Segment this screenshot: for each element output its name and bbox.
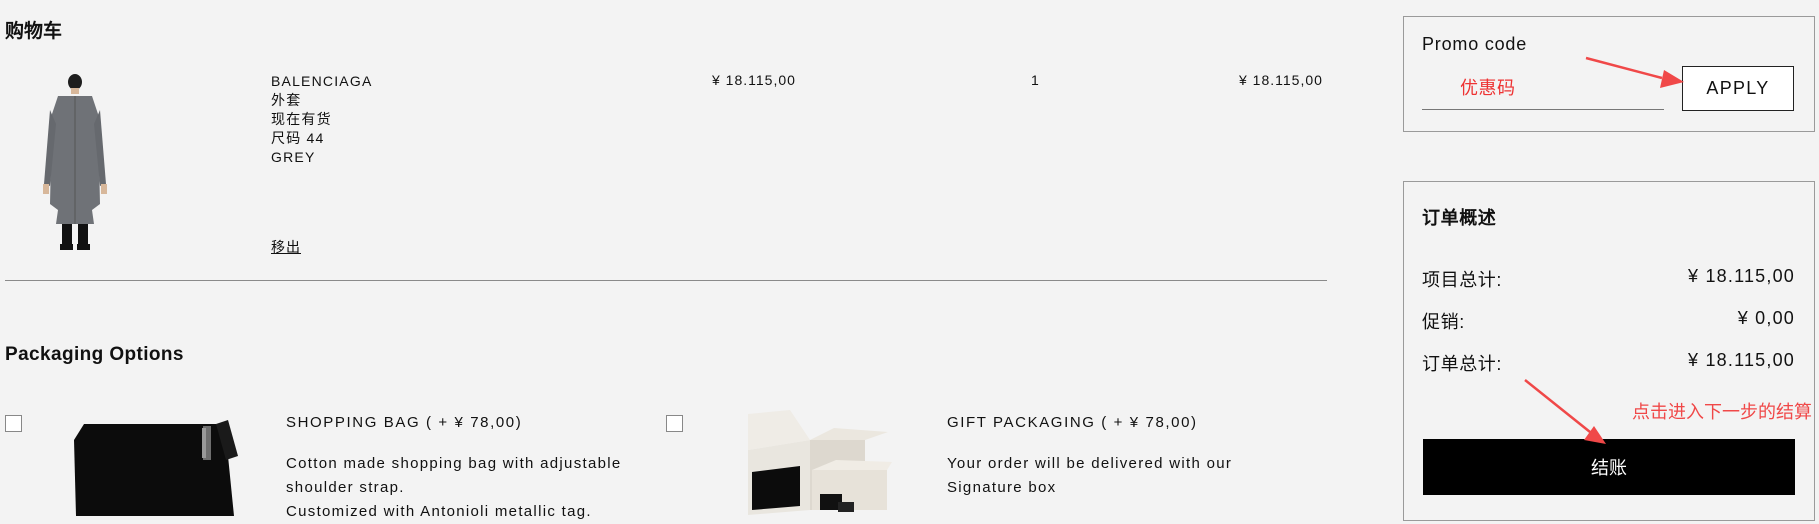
gift-packaging-image xyxy=(748,410,892,515)
item-quantity: 1 xyxy=(1031,72,1040,88)
product-size: 尺码 44 xyxy=(271,130,325,146)
gift-packaging-desc-line: Your order will be delivered with our xyxy=(947,455,1233,472)
discount-label: 促销: xyxy=(1422,312,1465,332)
shopping-bag-desc-line: shoulder strap. xyxy=(286,479,405,496)
gift-packaging-label: GIFT PACKAGING ( + ¥ 78,00) xyxy=(947,414,1198,431)
product-name: 外套 xyxy=(271,92,302,108)
gift-packaging-checkbox[interactable] xyxy=(666,415,683,432)
packaging-title: Packaging Options xyxy=(5,344,184,365)
shopping-bag-image xyxy=(74,420,238,516)
shopping-bag-desc-line: Customized with Antonioli metallic tag. xyxy=(286,503,592,520)
apply-promo-button[interactable]: APPLY xyxy=(1682,66,1794,111)
unit-price: ¥ 18.115,00 xyxy=(712,72,796,88)
product-image[interactable] xyxy=(40,74,110,252)
item-total: ¥ 18.115,00 xyxy=(1239,72,1323,88)
shopping-bag-label: SHOPPING BAG ( + ¥ 78,00) xyxy=(286,414,523,431)
order-summary-title: 订单概述 xyxy=(1422,208,1497,228)
cart-title: 购物车 xyxy=(5,21,63,42)
order-total-value: ¥ 18.115,00 xyxy=(1688,350,1795,370)
order-total-label: 订单总计: xyxy=(1422,354,1503,374)
gift-packaging-description: Your order will be delivered with our Si… xyxy=(947,452,1317,500)
checkout-annotation-text: 点击进入下一步的结算 xyxy=(1632,402,1812,422)
cart-divider xyxy=(5,280,1327,281)
subtotal-value: ¥ 18.115,00 xyxy=(1688,266,1795,286)
promo-code-input[interactable] xyxy=(1422,68,1664,110)
discount-value: ¥ 0,00 xyxy=(1737,308,1795,328)
product-color: GREY xyxy=(271,149,316,165)
product-stock: 现在有货 xyxy=(271,111,332,127)
subtotal-label: 项目总计: xyxy=(1422,270,1503,290)
product-info: BALENCIAGA 外套 现在有货 尺码 44 GREY xyxy=(271,72,372,167)
shopping-bag-desc-line: Cotton made shopping bag with adjustable xyxy=(286,455,622,472)
shopping-bag-description: Cotton made shopping bag with adjustable… xyxy=(286,452,656,524)
product-brand: BALENCIAGA xyxy=(271,73,373,89)
shopping-bag-checkbox[interactable] xyxy=(5,415,22,432)
checkout-button[interactable]: 结账 xyxy=(1423,439,1795,495)
gift-packaging-desc-line: Signature box xyxy=(947,479,1057,496)
promo-code-label: Promo code xyxy=(1422,34,1528,54)
remove-item-link[interactable]: 移出 xyxy=(271,237,301,257)
